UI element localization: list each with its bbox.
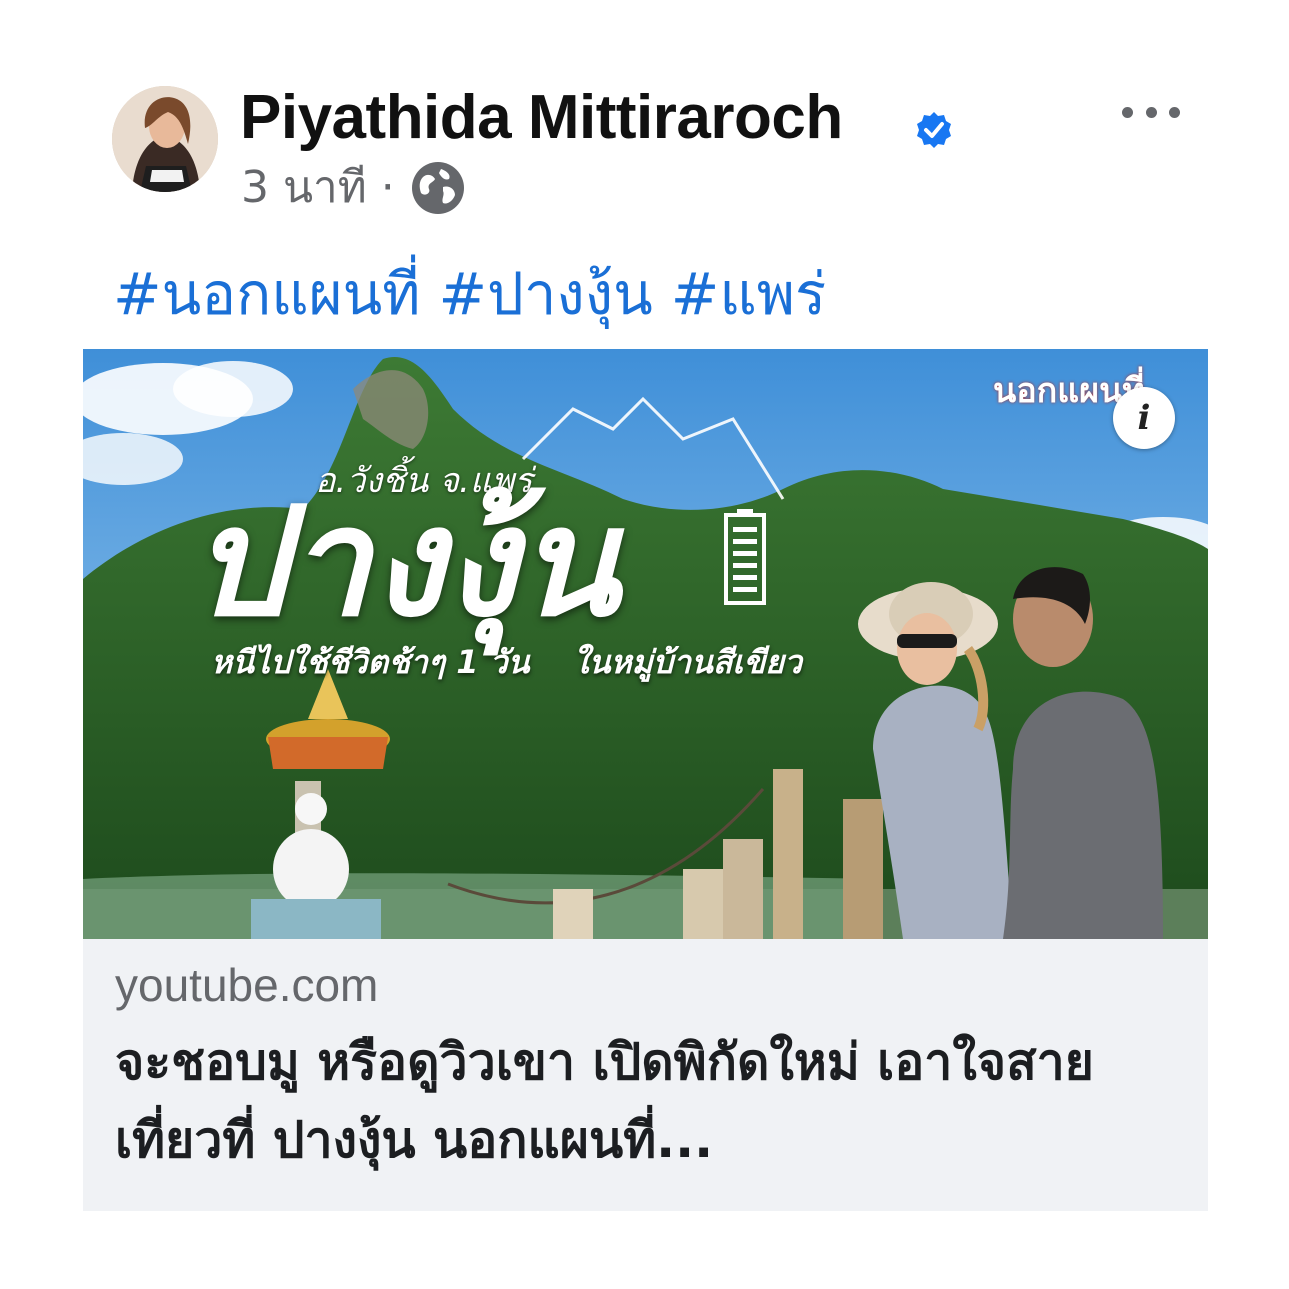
hashtag-row: #นอกแผนที่ #ปางงุ้น #แพร่ <box>113 256 844 332</box>
post-timestamp[interactable]: 3 นาที <box>241 158 367 218</box>
hashtag-link[interactable]: #นอกแผนที่ <box>113 260 420 328</box>
battery-icon <box>724 509 766 605</box>
globe-icon[interactable] <box>409 159 467 217</box>
link-caption[interactable]: youtube.com จะชอบมู หรือดูวิวเขา เปิดพิก… <box>83 939 1208 1211</box>
link-title[interactable]: จะชอบมู หรือดูวิวเขา เปิดพิกัดใหม่ เอาใจ… <box>115 1023 1195 1179</box>
thumbnail-subtitle-right: ในหมู่บ้านสีเขียว <box>573 643 802 681</box>
facebook-post: Piyathida Mittiraroch 3 นาที · #นอกแผนที… <box>0 0 1289 1289</box>
link-thumbnail[interactable]: นอกแผนที่ อ.วังชิ้น จ.แพร่ ปางงุ้น หนีไป… <box>83 349 1208 939</box>
post-meta: 3 นาที · <box>241 158 467 218</box>
author-avatar[interactable] <box>112 86 218 192</box>
author-name[interactable]: Piyathida Mittiraroch <box>240 80 843 156</box>
meta-separator: · <box>380 162 395 213</box>
hashtag-link[interactable]: #แพร่ <box>671 260 826 328</box>
more-options-button[interactable] <box>1122 92 1180 132</box>
hashtag-link[interactable]: #ปางงุ้น <box>438 260 652 328</box>
thumbnail-subtitle-left: หนีไปใช้ชีวิตช้าๆ 1 วัน <box>211 643 530 681</box>
info-button[interactable]: i <box>1113 387 1175 449</box>
verified-badge-icon <box>917 112 951 148</box>
link-preview-card[interactable]: นอกแผนที่ อ.วังชิ้น จ.แพร่ ปางงุ้น หนีไป… <box>83 349 1208 1211</box>
link-domain: youtube.com <box>115 959 379 1011</box>
more-options-icon <box>1122 106 1133 118</box>
thumbnail-big-title: ปางงุ้น <box>191 476 620 650</box>
